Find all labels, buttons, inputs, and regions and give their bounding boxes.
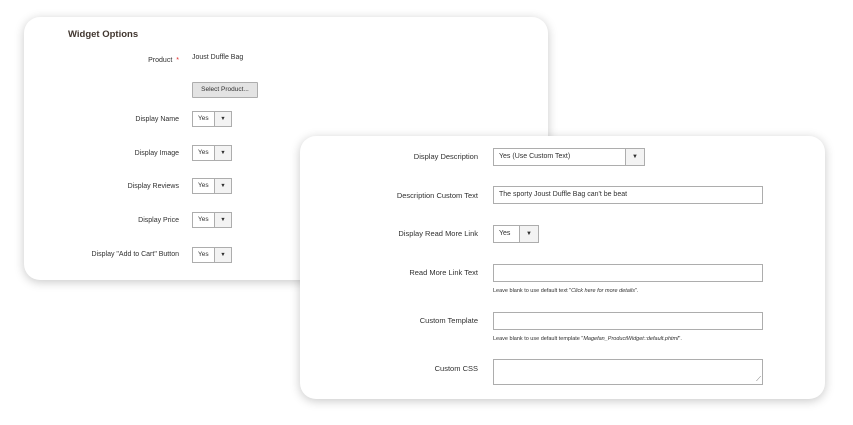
display-reviews-select[interactable]: Yes ▼: [192, 178, 232, 194]
display-add-to-cart-value: Yes: [198, 251, 209, 258]
custom-template-note: Leave blank to use default template "Mag…: [493, 336, 682, 342]
description-custom-text-input[interactable]: The sporty Joust Duffle Bag can't be bea…: [493, 186, 763, 204]
display-name-value: Yes: [198, 115, 209, 122]
product-label: Product *: [148, 57, 179, 64]
custom-template-input[interactable]: [493, 312, 763, 330]
display-description-label: Display Description: [413, 152, 478, 161]
description-custom-text-label: Description Custom Text: [396, 191, 478, 200]
display-image-value: Yes: [198, 149, 209, 156]
chevron-down-icon[interactable]: ▼: [214, 146, 231, 160]
product-value: Joust Duffle Bag: [192, 54, 244, 61]
display-image-select[interactable]: Yes ▼: [192, 145, 232, 161]
read-more-link-text-label: Read More Link Text: [409, 268, 478, 277]
custom-css-label: Custom CSS: [434, 364, 478, 373]
display-price-select[interactable]: Yes ▼: [192, 212, 232, 228]
required-mark: *: [176, 57, 179, 64]
select-product-button[interactable]: Select Product...: [192, 82, 258, 98]
chevron-down-icon[interactable]: ▼: [214, 248, 231, 262]
display-image-label: Display Image: [134, 150, 179, 157]
description-options-panel: Display Description Yes (Use Custom Text…: [300, 136, 825, 399]
custom-template-label: Custom Template: [419, 316, 478, 325]
display-reviews-label: Display Reviews: [127, 183, 179, 190]
chevron-down-icon[interactable]: ▼: [214, 179, 231, 193]
chevron-down-icon[interactable]: ▼: [214, 213, 231, 227]
display-add-to-cart-select[interactable]: Yes ▼: [192, 247, 232, 263]
display-price-label: Display Price: [138, 217, 179, 224]
section-title: Widget Options: [68, 29, 139, 40]
display-description-value: Yes (Use Custom Text): [499, 153, 571, 160]
display-price-value: Yes: [198, 216, 209, 223]
display-name-select[interactable]: Yes ▼: [192, 111, 232, 127]
display-add-to-cart-label: Display "Add to Cart" Button: [91, 251, 179, 258]
read-more-link-text-input[interactable]: [493, 264, 763, 282]
read-more-link-text-note: Leave blank to use default text "Click h…: [493, 288, 639, 294]
display-read-more-link-value: Yes: [499, 230, 511, 237]
display-read-more-link-label: Display Read More Link: [398, 229, 478, 238]
chevron-down-icon[interactable]: ▼: [625, 149, 644, 165]
chevron-down-icon[interactable]: ▼: [519, 226, 538, 242]
display-read-more-link-select[interactable]: Yes ▼: [493, 225, 539, 243]
custom-css-textarea[interactable]: [493, 359, 763, 385]
display-description-select[interactable]: Yes (Use Custom Text) ▼: [493, 148, 645, 166]
chevron-down-icon[interactable]: ▼: [214, 112, 231, 126]
display-reviews-value: Yes: [198, 182, 209, 189]
display-name-label: Display Name: [135, 116, 179, 123]
